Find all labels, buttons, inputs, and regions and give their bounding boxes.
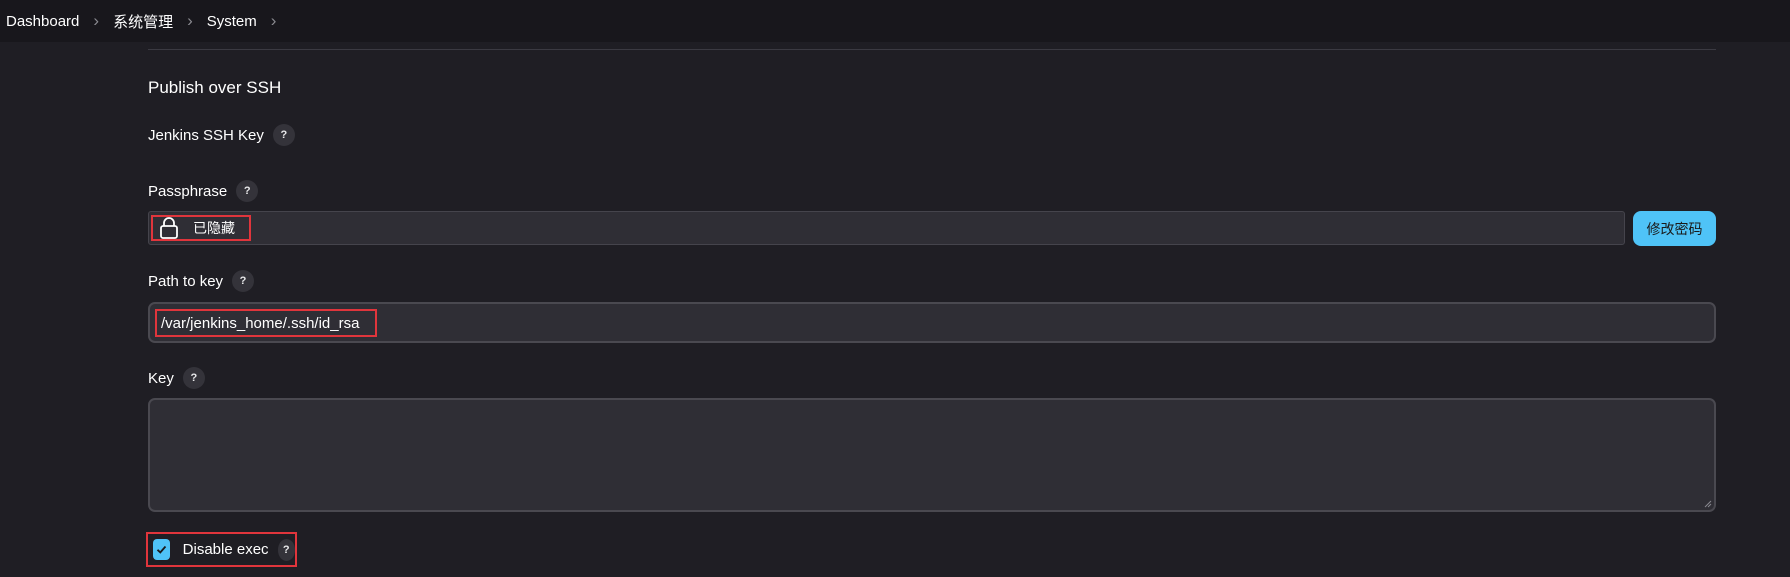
- change-password-button[interactable]: 修改密码: [1633, 211, 1716, 246]
- key-label-text: Key: [148, 369, 174, 387]
- section-divider: [148, 49, 1716, 50]
- chevron-right-icon: ›: [270, 11, 277, 30]
- breadcrumb-bar: Dashboard › 系统管理 › System ›: [0, 0, 1790, 42]
- lock-icon: [160, 217, 178, 239]
- help-icon[interactable]: ?: [182, 367, 205, 389]
- section-title: Publish over SSH: [148, 78, 282, 97]
- path-to-key-label-text: Path to key: [148, 272, 224, 290]
- path-to-key-label: Path to key ?: [148, 270, 255, 292]
- breadcrumb-system[interactable]: System: [201, 13, 263, 30]
- resize-handle-icon[interactable]: [1704, 500, 1712, 508]
- breadcrumb: Dashboard › 系统管理 › System ›: [0, 11, 284, 32]
- jenkins-ssh-key-label: Jenkins SSH Key ?: [148, 124, 295, 146]
- help-icon[interactable]: ?: [232, 270, 255, 292]
- key-textarea[interactable]: [148, 398, 1716, 512]
- help-icon[interactable]: ?: [272, 124, 295, 146]
- passphrase-label-text: Passphrase: [148, 182, 228, 200]
- passphrase-hidden-indicator: 已隐藏: [151, 215, 251, 241]
- help-icon[interactable]: ?: [236, 180, 259, 202]
- jenkins-ssh-key-label-text: Jenkins SSH Key: [148, 126, 264, 144]
- breadcrumb-dashboard[interactable]: Dashboard: [0, 13, 85, 30]
- breadcrumb-manage-jenkins[interactable]: 系统管理: [107, 11, 179, 32]
- check-icon: [156, 545, 167, 554]
- disable-exec-checkbox[interactable]: [153, 539, 170, 560]
- passphrase-hidden-text: 已隐藏: [193, 220, 235, 236]
- path-to-key-value: /var/jenkins_home/.ssh/id_rsa: [155, 309, 377, 337]
- disable-exec-label[interactable]: Disable exec: [183, 541, 269, 558]
- disable-exec-option[interactable]: Disable exec ?: [146, 532, 297, 567]
- chevron-right-icon: ›: [187, 11, 193, 30]
- passphrase-field[interactable]: 已隐藏: [148, 211, 1625, 245]
- chevron-right-icon: ›: [93, 11, 100, 30]
- passphrase-label: Passphrase ?: [148, 180, 259, 202]
- key-label: Key ?: [148, 367, 205, 389]
- help-icon[interactable]: ?: [277, 538, 295, 561]
- path-to-key-input[interactable]: /var/jenkins_home/.ssh/id_rsa: [148, 302, 1716, 343]
